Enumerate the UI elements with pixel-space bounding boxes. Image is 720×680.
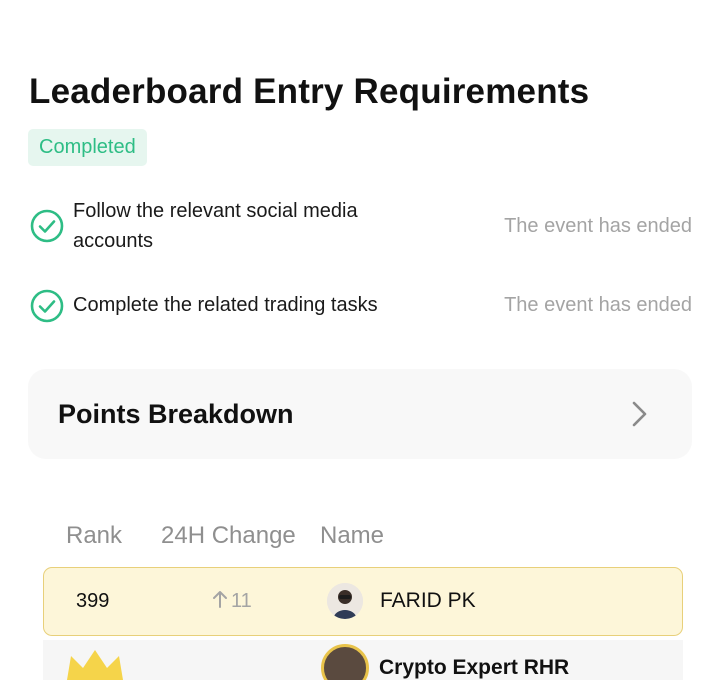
crown-icon bbox=[67, 650, 123, 680]
points-breakdown-label: Points Breakdown bbox=[58, 399, 294, 429]
rank-change: 11 bbox=[212, 568, 252, 634]
arrow-up-icon bbox=[213, 591, 227, 608]
avatar bbox=[327, 583, 363, 619]
page-title: Leaderboard Entry Requirements bbox=[29, 72, 590, 111]
user-name: FARID PK bbox=[380, 589, 476, 612]
rank-value: 399 bbox=[76, 590, 110, 612]
avatar bbox=[321, 644, 369, 680]
requirement-text: Follow the relevant social media account… bbox=[73, 200, 358, 252]
column-rank: Rank bbox=[66, 522, 123, 549]
rank-change-value: 11 bbox=[231, 590, 252, 612]
check-circle-icon bbox=[30, 209, 64, 243]
check-circle-icon bbox=[30, 289, 64, 323]
my-rank-row[interactable]: 399 11 FARID PK bbox=[43, 567, 683, 636]
user-name: Crypto Expert RHR bbox=[379, 656, 570, 679]
column-24h-change: 24H Change bbox=[161, 522, 296, 549]
points-breakdown-button[interactable]: Points Breakdown bbox=[28, 369, 692, 459]
table-row[interactable]: Crypto Expert RHR bbox=[43, 640, 683, 680]
requirement-text: Complete the related trading tasks bbox=[73, 294, 378, 316]
column-name: Name bbox=[320, 522, 385, 549]
requirement-item: Complete the related trading tasks The e… bbox=[30, 289, 692, 324]
status-badge: Completed bbox=[28, 129, 147, 166]
avatar-image bbox=[327, 583, 363, 619]
requirement-status: The event has ended bbox=[504, 215, 692, 237]
requirement-status: The event has ended bbox=[504, 294, 692, 316]
chevron-right-icon bbox=[632, 401, 647, 427]
requirement-item: Follow the relevant social media account… bbox=[30, 196, 692, 258]
